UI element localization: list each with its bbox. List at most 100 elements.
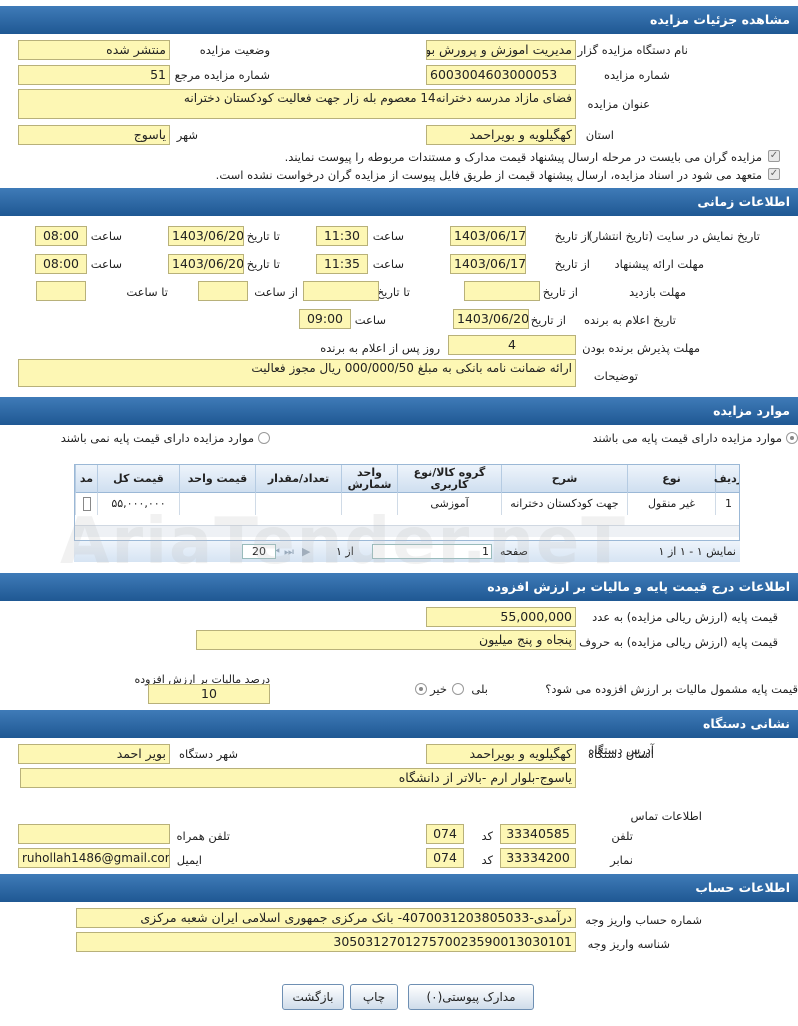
org-province-field[interactable]: کهگیلویه و بویراحمد bbox=[426, 744, 576, 764]
winner-time[interactable]: 09:00 bbox=[299, 309, 351, 329]
cell-row: 1 bbox=[715, 493, 739, 515]
offer-to-date[interactable]: 1403/06/20 bbox=[168, 254, 244, 274]
winner-date[interactable]: 1403/06/20 bbox=[453, 309, 529, 329]
fax-label: نمابر bbox=[610, 853, 633, 867]
no-base-price-radio[interactable] bbox=[258, 432, 270, 444]
org-address-label: آدرس دستگاه bbox=[588, 743, 654, 757]
account-label: شماره حساب واریز وجه bbox=[585, 913, 702, 927]
col-unit-price: قیمت واحد bbox=[179, 465, 255, 493]
tel-field[interactable]: 33340585 bbox=[500, 824, 576, 844]
section-header-time: اطلاعات زمانی bbox=[0, 188, 798, 216]
vat-question: قیمت پایه مشمول مالیات بر ارزش افزوده می… bbox=[545, 682, 798, 696]
visit-from-date[interactable] bbox=[464, 281, 540, 301]
status-label: وضعیت مزایده bbox=[199, 43, 270, 57]
ref-field[interactable]: 51 bbox=[18, 65, 170, 85]
pager-summary: نمایش ۱ - ۱ از ۱ bbox=[658, 545, 736, 558]
base-txt-field[interactable]: پنجاه و پنج میلیون bbox=[196, 630, 576, 650]
col-desc: شرح bbox=[501, 465, 627, 493]
ref-label: شماره مزایده مرجع bbox=[174, 68, 270, 82]
to-date-label: تا تاریخ bbox=[376, 285, 410, 299]
print-button[interactable]: چاپ bbox=[350, 984, 398, 1010]
base-txt-label: قیمت پایه (ارزش ریالی مزایده) به حروف bbox=[579, 635, 778, 649]
no-file-text: متعهد می شود در اسناد مزایده، ارسال پیشن… bbox=[215, 168, 762, 182]
num-field[interactable]: 6003004603000053 bbox=[426, 65, 576, 85]
tel-code-label: کد bbox=[481, 829, 493, 843]
offer-deadline-label: مهلت ارائه پیشنهاد bbox=[614, 257, 704, 271]
col-qty: تعداد/مقدار bbox=[255, 465, 341, 493]
col-total: قیمت کل bbox=[97, 465, 179, 493]
time-label: ساعت bbox=[372, 257, 404, 271]
publish-to-time[interactable]: 08:00 bbox=[35, 226, 87, 246]
vat-percent-field[interactable]: 10 bbox=[148, 684, 270, 704]
org-city-field[interactable]: بویر احمد bbox=[18, 744, 170, 764]
from-date-label: از تاریخ bbox=[542, 285, 578, 299]
base-num-label: قیمت پایه (ارزش ریالی مزایده) به عدد bbox=[592, 610, 778, 624]
publish-to-date[interactable]: 1403/06/20 bbox=[168, 226, 244, 246]
tel-label: تلفن bbox=[611, 829, 633, 843]
visit-to-time[interactable] bbox=[36, 281, 86, 301]
has-base-price-radio[interactable] bbox=[786, 432, 798, 444]
fax-field[interactable]: 33334200 bbox=[500, 848, 576, 868]
no-file-checkbox[interactable]: ✓ bbox=[768, 168, 780, 180]
vat-yes-radio[interactable] bbox=[452, 683, 464, 695]
offer-from-date[interactable]: 1403/06/17 bbox=[450, 254, 526, 274]
contact-info-label: اطلاعات تماس bbox=[630, 809, 702, 823]
watermark-logo: AriaTender.neT bbox=[60, 505, 627, 579]
sheba-field[interactable]: 305031270127570023590013030101 bbox=[76, 932, 576, 952]
visit-to-date[interactable] bbox=[303, 281, 379, 301]
publish-time[interactable]: 11:30 bbox=[316, 226, 368, 246]
offer-to-time[interactable]: 08:00 bbox=[35, 254, 87, 274]
time-label: ساعت bbox=[90, 229, 122, 243]
section-header-account: اطلاعات حساب bbox=[0, 874, 798, 902]
visit-deadline-label: مهلت بازدید bbox=[629, 285, 686, 299]
status-field[interactable]: منتشر شده bbox=[18, 40, 170, 60]
time-label: ساعت bbox=[354, 313, 386, 327]
from-time-label: از ساعت bbox=[254, 285, 298, 299]
visit-from-time[interactable] bbox=[198, 281, 248, 301]
subject-label: عنوان مزایده bbox=[587, 97, 650, 111]
col-unit: واحد شمارش bbox=[341, 465, 397, 493]
mobile-label: تلفن همراه bbox=[176, 829, 230, 843]
attachments-button[interactable]: مدارک پیوستی(۰) bbox=[408, 984, 534, 1010]
city-field[interactable]: یاسوج bbox=[18, 125, 170, 145]
from-date-label: از تاریخ bbox=[554, 257, 590, 271]
col-group: گروه کالا/نوع کاربری bbox=[397, 465, 501, 493]
section-header-address: نشانی دستگاه bbox=[0, 710, 798, 738]
mobile-field[interactable] bbox=[18, 824, 170, 844]
account-field[interactable]: درآمدی-4070031203805033- بانک مرکزی جمهو… bbox=[76, 908, 576, 928]
winner-accept-label: مهلت پذیرش برنده بودن bbox=[582, 341, 700, 355]
org-address-field[interactable]: یاسوج-بلوار ارم -بالاتر از دانشگاه bbox=[20, 768, 576, 788]
vat-yes-label: بلی bbox=[471, 682, 488, 696]
winner-accept-days[interactable]: 4 bbox=[448, 335, 576, 355]
fax-code-field[interactable]: 074 bbox=[426, 848, 464, 868]
section-header-items: موارد مزایده bbox=[0, 397, 798, 425]
org-label: نام دستگاه مزایده گزار bbox=[577, 43, 688, 57]
subject-field[interactable]: فضای مازاد مدرسه دخترانه14 معصوم بله زار… bbox=[18, 89, 576, 119]
email-label: ایمیل bbox=[176, 853, 202, 867]
description-field[interactable]: ارائه ضمانت نامه بانکی به مبلغ 000/000/5… bbox=[18, 359, 576, 387]
city-label: شهر bbox=[176, 128, 198, 142]
num-label: شماره مزایده bbox=[604, 68, 670, 82]
org-field[interactable]: مدیریت اموزش و پرورش بوی bbox=[426, 40, 576, 60]
attach-docs-text: مزایده گران می بایست در مرحله ارسال پیشن… bbox=[284, 150, 762, 164]
tel-code-field[interactable]: 074 bbox=[426, 824, 464, 844]
has-base-price-label: موارد مزایده دارای قیمت پایه می باشند bbox=[592, 431, 782, 445]
offer-time[interactable]: 11:35 bbox=[316, 254, 368, 274]
from-date-label: از تاریخ bbox=[530, 313, 566, 327]
province-label: استان bbox=[585, 128, 614, 142]
col-type: نوع bbox=[627, 465, 715, 493]
attach-docs-checkbox[interactable]: ✓ bbox=[768, 150, 780, 162]
province-field[interactable]: کهگیلویه و بویراحمد bbox=[426, 125, 576, 145]
winner-accept-suffix: روز پس از اعلام به برنده bbox=[320, 341, 440, 355]
back-button[interactable]: بازگشت bbox=[282, 984, 344, 1010]
base-num-field[interactable]: 55,000,000 bbox=[426, 607, 576, 627]
email-field[interactable]: ruhollah1486@gmail.com bbox=[18, 848, 170, 868]
to-date-label: تا تاریخ bbox=[246, 229, 280, 243]
from-date-label: از تاریخ bbox=[554, 229, 590, 243]
vat-no-radio[interactable] bbox=[415, 683, 427, 695]
publish-from-date[interactable]: 1403/06/17 bbox=[450, 226, 526, 246]
time-label: ساعت bbox=[372, 229, 404, 243]
winner-announce-label: تاریخ اعلام به برنده bbox=[583, 313, 676, 327]
time-label: ساعت bbox=[90, 257, 122, 271]
vat-no-label: خیر bbox=[430, 682, 447, 696]
